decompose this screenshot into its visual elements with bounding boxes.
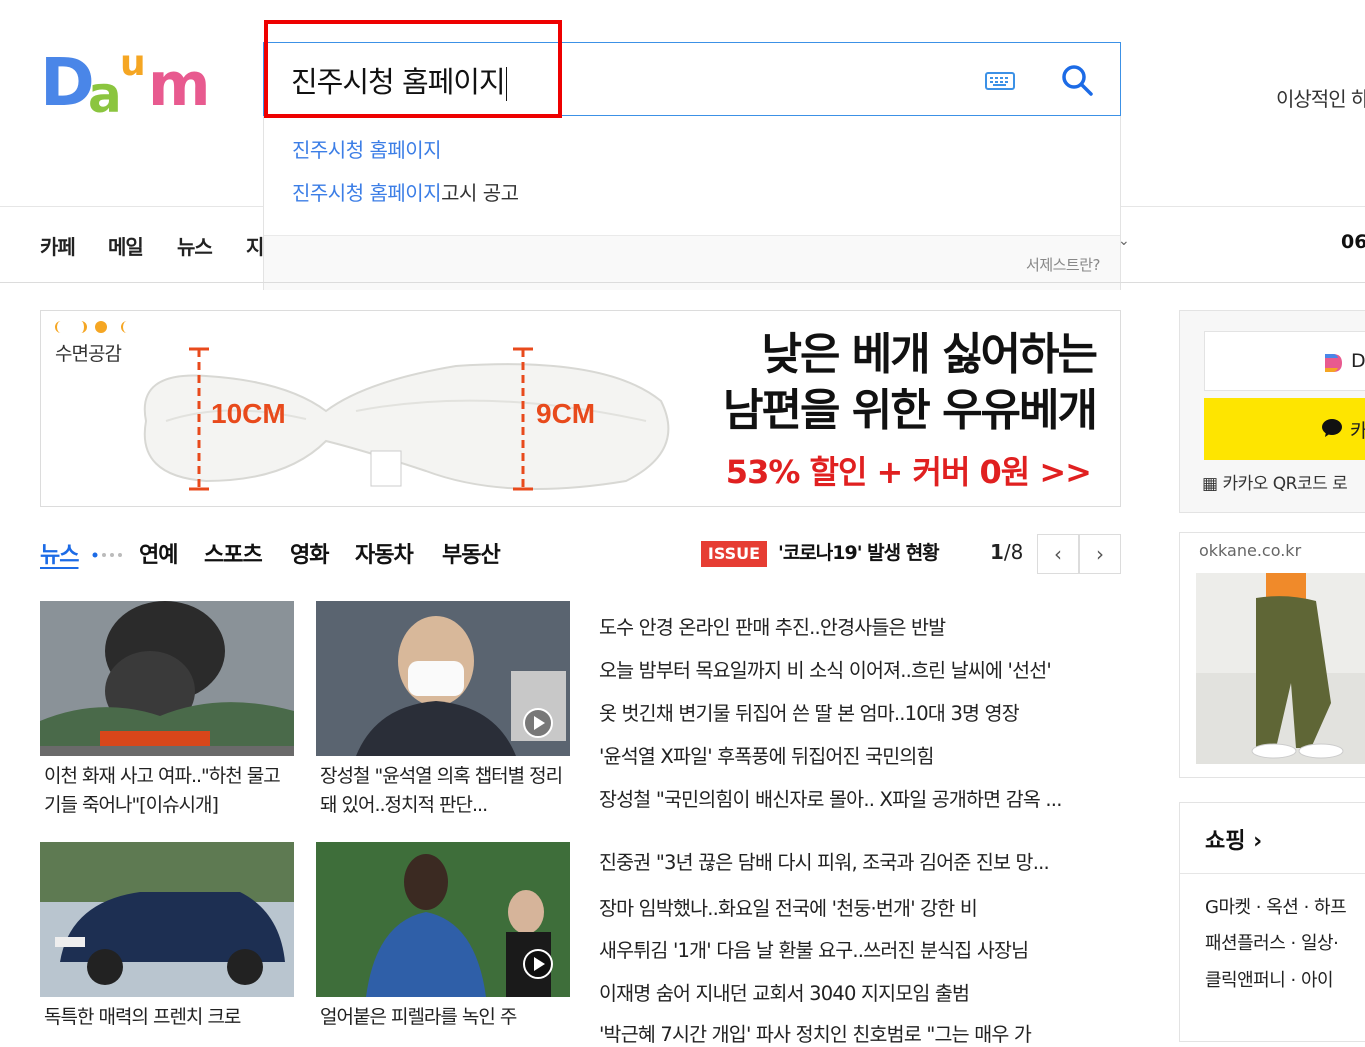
news-caption[interactable]: 독특한 매력의 프렌치 크로 bbox=[40, 1003, 294, 1032]
header-right-text[interactable]: 이상적인 하 bbox=[1276, 83, 1365, 112]
next-button[interactable]: › bbox=[1079, 534, 1121, 574]
svg-text:u: u bbox=[120, 45, 146, 84]
side-ad[interactable]: okkane.co.kr bbox=[1179, 532, 1365, 778]
nav-item-mail[interactable]: 메일 bbox=[108, 231, 144, 260]
svg-text:D: D bbox=[40, 45, 95, 120]
issue-badge: ISSUE bbox=[701, 541, 767, 567]
nav-item-news[interactable]: 뉴스 bbox=[177, 231, 213, 260]
chevron-down-icon[interactable]: ⌄ bbox=[1118, 233, 1130, 249]
headline-link[interactable]: '윤석열 X파일' 후폭풍에 뒤집어진 국민의힘 bbox=[599, 740, 934, 769]
tab-realestate[interactable]: 부동산 bbox=[442, 537, 501, 569]
prev-button[interactable]: ‹ bbox=[1037, 534, 1079, 574]
issue-link[interactable]: '코로나19' 발생 현황 bbox=[778, 538, 940, 565]
news-thumbnail[interactable] bbox=[40, 842, 294, 997]
tab-sports[interactable]: 스포츠 bbox=[204, 537, 263, 569]
shopping-link-row[interactable]: 패션플러스 · 일상· bbox=[1205, 929, 1339, 955]
nav-item-cafe[interactable]: 카페 bbox=[40, 231, 76, 260]
nav-item-map[interactable]: 지 bbox=[246, 231, 264, 260]
nav-right-number: 06 bbox=[1341, 231, 1365, 253]
headline-link[interactable]: 도수 안경 온라인 판매 추진..안경사들은 반발 bbox=[599, 611, 946, 640]
divider bbox=[0, 282, 1365, 283]
news-thumbnail[interactable] bbox=[316, 842, 570, 997]
banner-offer: 53% 할인 + 커버 0원 >> bbox=[725, 453, 1092, 491]
measure-label-right: 9CM bbox=[536, 398, 595, 429]
speech-bubble-icon bbox=[1322, 419, 1342, 437]
keyboard-icon[interactable] bbox=[985, 71, 1015, 91]
suggestion-item[interactable]: 진주시청 홈페이지고시 공고 bbox=[292, 177, 519, 206]
divider bbox=[1180, 873, 1365, 874]
tab-news[interactable]: 뉴스 bbox=[40, 537, 79, 569]
suggestion-item[interactable]: 진주시청 홈페이지 bbox=[292, 134, 442, 163]
news-caption[interactable]: 이천 화재 사고 여파.."하천 물고기들 죽어나"[이슈시개] bbox=[40, 762, 294, 820]
news-caption[interactable]: 얼어붙은 피렐라를 녹인 주 bbox=[316, 1003, 570, 1032]
ad-banner[interactable]: 수면공감 10CM 9CM 낮은 베개 싫어하는 남편을 위한 우유베개 53%… bbox=[40, 310, 1121, 507]
measure-label-left: 10CM bbox=[211, 398, 286, 429]
headline-link[interactable]: 장마 임박했나..화요일 전국에 '천둥·번개' 강한 비 bbox=[599, 892, 978, 921]
pillow-image: 10CM 9CM bbox=[143, 347, 670, 491]
divider bbox=[1121, 206, 1365, 207]
kakao-login-button[interactable]: 카 bbox=[1204, 398, 1365, 460]
tab-entertainment[interactable]: 연예 bbox=[139, 537, 178, 569]
headline-link[interactable]: 옷 벗긴채 변기물 뒤집어 쓴 딸 본 엄마..10대 3명 영장 bbox=[599, 697, 1020, 726]
login-panel: D 카 ▦ 카카오 QR코드 로 bbox=[1179, 310, 1365, 513]
news-caption[interactable]: 장성철 "윤석열 의혹 챕터별 정리돼 있어..정치적 판단... bbox=[316, 762, 570, 820]
issue-page-indicator: 1/8 bbox=[990, 540, 1024, 564]
svg-text:m: m bbox=[148, 50, 211, 120]
headline-link[interactable]: '박근혜 7시간 개입' 파사 정치인 친호범로 "그는 매우 가 bbox=[599, 1018, 1032, 1047]
headline-link[interactable]: 오늘 밤부터 목요일까지 비 소식 이어져..흐린 날씨에 '선선' bbox=[599, 654, 1052, 683]
search-suggestions: 진주시청 홈페이지 진주시청 홈페이지고시 공고 서제스트란? bbox=[263, 116, 1121, 290]
daum-logo-icon: D a u m bbox=[40, 43, 211, 124]
shopping-link-row[interactable]: 클릭앤퍼니 · 아이 bbox=[1205, 966, 1334, 992]
news-thumbnail[interactable] bbox=[40, 601, 294, 756]
kakao-qr-link[interactable]: ▦ 카카오 QR코드 로 bbox=[1202, 469, 1348, 494]
banner-brand: 수면공감 bbox=[55, 343, 122, 365]
headline-link[interactable]: 새우튀김 '1개' 다음 날 환불 요구..쓰러진 분식집 사장님 bbox=[599, 934, 1029, 963]
more-dots-icon[interactable] bbox=[92, 552, 122, 558]
tab-movies[interactable]: 영화 bbox=[290, 537, 329, 569]
daum-d-icon bbox=[1325, 354, 1342, 372]
shopping-link-row[interactable]: G마켓 · 옥션 · 하프 bbox=[1205, 893, 1347, 919]
shopping-title[interactable]: 쇼핑 › bbox=[1205, 823, 1262, 855]
headline-link[interactable]: 장성철 "국민의힘이 배신자로 몰아.. X파일 공개하면 감옥 ... bbox=[599, 783, 1062, 812]
svg-text:a: a bbox=[88, 66, 122, 120]
divider bbox=[0, 206, 263, 207]
suggest-help-link[interactable]: 서제스트란? bbox=[1026, 254, 1100, 275]
tab-cars[interactable]: 자동차 bbox=[355, 537, 414, 569]
news-thumbnail[interactable] bbox=[316, 601, 570, 756]
daum-login-button[interactable]: D bbox=[1204, 331, 1365, 391]
qr-code-icon: ▦ bbox=[1202, 474, 1218, 494]
shopping-panel: 쇼핑 › G마켓 · 옥션 · 하프 패션플러스 · 일상· 클릭앤퍼니 · 아… bbox=[1179, 802, 1365, 1042]
headline-link[interactable]: 이재명 숨어 지내던 교회서 3040 지지모임 출범 bbox=[599, 977, 970, 1006]
moon-phase-icon bbox=[55, 321, 127, 333]
banner-headline: 낮은 베개 싫어하는 남편을 위한 우유베개 bbox=[723, 329, 1098, 436]
highlight-box bbox=[264, 20, 562, 118]
search-icon[interactable] bbox=[1060, 63, 1094, 97]
ad-url: okkane.co.kr bbox=[1199, 541, 1302, 560]
headline-link[interactable]: 진중권 "3년 끊은 담배 다시 피워, 조국과 김어준 진보 망... bbox=[599, 846, 1050, 875]
chevron-right-icon: › bbox=[1253, 829, 1263, 854]
ad-image[interactable] bbox=[1196, 573, 1365, 764]
daum-logo[interactable]: D a u m bbox=[40, 43, 235, 124]
